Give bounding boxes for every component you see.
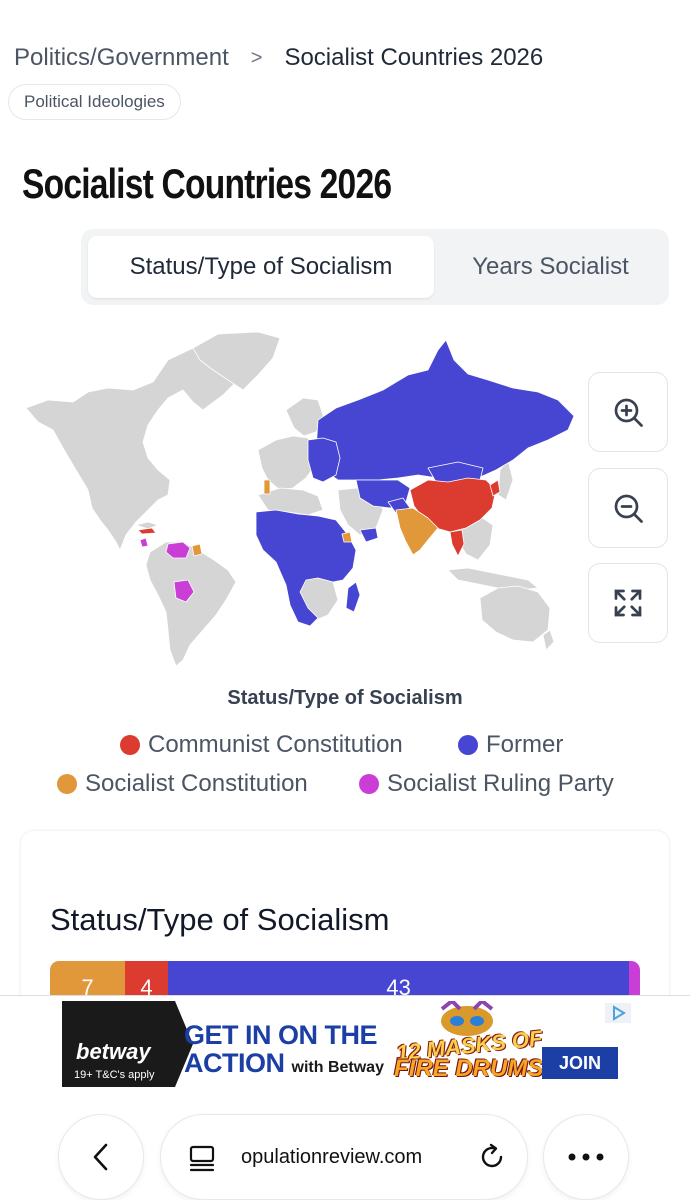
legend-item-former[interactable]: Former xyxy=(458,731,563,759)
fullscreen-icon xyxy=(614,589,642,617)
legend-dot xyxy=(458,735,478,755)
zoom-in-icon xyxy=(614,398,643,427)
browser-toolbar: opulationreview.com xyxy=(0,1112,690,1200)
adchoices-icon[interactable] xyxy=(605,1003,631,1023)
back-button[interactable] xyxy=(58,1114,144,1200)
breadcrumb-current: Socialist Countries 2026 xyxy=(284,44,544,71)
ad-headline-line1: GET IN ON THE xyxy=(184,1020,378,1050)
ad-brand: betway xyxy=(76,1039,151,1064)
ad-creative[interactable]: betway 19+ T&C's apply GET IN ON THE ACT… xyxy=(62,1001,631,1087)
legend-label: Communist Constitution xyxy=(148,731,403,758)
ad-headline: GET IN ON THE ACTION with Betway xyxy=(184,1021,394,1082)
ad-join-button[interactable]: JOIN xyxy=(542,1047,618,1079)
zoom-out-button[interactable] xyxy=(588,468,668,548)
map-eritrea xyxy=(341,531,353,543)
legend-label: Socialist Ruling Party xyxy=(387,770,614,797)
ad-headline-small: with Betway xyxy=(291,1059,384,1076)
zoom-out-icon xyxy=(614,494,643,523)
legend-item-communist-constitution[interactable]: Communist Constitution xyxy=(120,731,403,759)
more-icon xyxy=(568,1153,604,1161)
legend-dot xyxy=(57,774,77,794)
breakdown-title: Status/Type of Socialism xyxy=(50,902,390,937)
ad-brand-block: betway 19+ T&C's apply xyxy=(62,1001,175,1087)
map-yemen xyxy=(359,527,379,543)
map-australia xyxy=(479,585,551,643)
map-madagascar xyxy=(345,581,361,613)
legend-title: Status/Type of Socialism xyxy=(227,687,463,709)
map-cuba-red xyxy=(137,527,157,535)
ad-game-art: 12 MASKS OF FIRE DRUMS xyxy=(392,1001,544,1087)
map-vietnam-laos xyxy=(449,529,465,557)
legend-item-socialist-constitution[interactable]: Socialist Constitution xyxy=(57,770,308,798)
map-south-america xyxy=(145,541,237,667)
map-africa-former xyxy=(255,509,357,627)
ad-game-title-2: FIRE DRUMS xyxy=(394,1055,544,1082)
page-icon[interactable] xyxy=(187,1143,217,1173)
legend-label: Former xyxy=(486,731,564,758)
map-nicaragua xyxy=(139,537,149,548)
legend-dot xyxy=(359,774,379,794)
more-button[interactable] xyxy=(543,1114,629,1200)
world-map[interactable] xyxy=(18,330,584,670)
category-tag[interactable]: Political Ideologies xyxy=(8,84,181,120)
breadcrumb-separator: > xyxy=(250,46,263,69)
page-title: Socialist Countries 2026 xyxy=(22,160,392,207)
ad-headline-line2: ACTION with Betway xyxy=(184,1049,394,1082)
reload-icon[interactable] xyxy=(476,1141,508,1173)
map-portugal xyxy=(263,479,271,495)
legend-label: Socialist Constitution xyxy=(85,770,308,797)
view-tabs: Status/Type of Socialism Years Socialist xyxy=(81,229,669,305)
breadcrumb-parent-link[interactable]: Politics/Government xyxy=(14,44,229,72)
zoom-in-button[interactable] xyxy=(588,372,668,452)
tab-status-type[interactable]: Status/Type of Socialism xyxy=(88,236,434,298)
url-text: opulationreview.com xyxy=(241,1146,423,1168)
ad-banner[interactable]: betway 19+ T&C's apply GET IN ON THE ACT… xyxy=(0,995,690,1095)
map-eastern-europe xyxy=(307,437,341,483)
tab-years-socialist[interactable]: Years Socialist xyxy=(438,236,663,298)
breadcrumb: Politics/Government > Socialist Countrie… xyxy=(14,44,543,72)
ad-terms: 19+ T&C's apply xyxy=(74,1069,155,1081)
map-cuba xyxy=(135,521,159,530)
map-venezuela xyxy=(165,541,191,559)
fullscreen-button[interactable] xyxy=(588,563,668,643)
legend-item-socialist-ruling-party[interactable]: Socialist Ruling Party xyxy=(359,770,614,798)
map-guyana xyxy=(191,543,203,557)
back-icon xyxy=(93,1143,108,1171)
map-russia xyxy=(315,339,575,481)
legend-dot xyxy=(120,735,140,755)
ad-headline-action: ACTION xyxy=(184,1048,285,1078)
map-indonesia xyxy=(447,567,539,591)
address-bar[interactable]: opulationreview.com xyxy=(160,1114,528,1200)
